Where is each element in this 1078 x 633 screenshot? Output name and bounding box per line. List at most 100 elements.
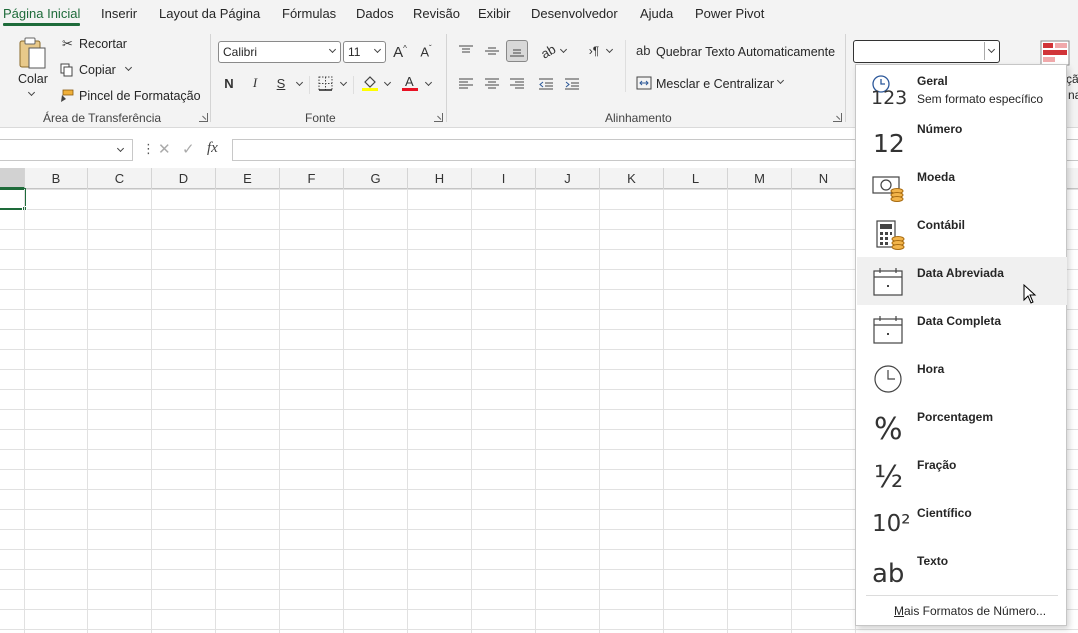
chevron-down-icon[interactable] [295,78,304,87]
column-header-selected[interactable] [0,168,25,189]
font-name-value: Calibri [223,45,258,59]
tab-revisao[interactable]: Revisão [413,6,460,21]
paragraph-direction-button[interactable]: ›¶ [583,40,605,62]
column-header-f[interactable]: F [280,168,344,189]
menu-item-geral[interactable]: 123 Geral Sem formato específico [857,65,1067,113]
font-size-select[interactable]: 11 [343,41,386,63]
paste-button[interactable]: Colar [12,34,52,104]
wrap-text-button[interactable]: ab Quebrar Texto Automaticamente [636,43,836,61]
cancel-icon[interactable]: ✕ [158,140,171,158]
increase-indent-button[interactable] [561,73,583,95]
align-bottom-button[interactable] [506,40,528,62]
fill-color-button[interactable] [359,72,381,94]
partial-label: na [1068,88,1078,102]
bold-button[interactable]: N [218,72,240,94]
font-color-button[interactable]: A [399,72,421,94]
copy-button[interactable]: Copiar [60,62,140,80]
name-box[interactable] [0,139,133,161]
menu-item-contabil[interactable]: Contábil [857,209,1067,257]
copy-icon [60,63,73,77]
tab-dados[interactable]: Dados [356,6,394,21]
more-number-formats-link[interactable]: Mais Formatos de Número... [894,604,1046,618]
increase-font-size-button[interactable]: A^ [389,41,411,63]
column-header-j[interactable]: J [536,168,600,189]
chevron-down-icon[interactable] [605,45,614,54]
menu-separator [866,595,1058,596]
align-center-button[interactable] [481,73,503,95]
clipboard-dialog-launcher-icon[interactable] [199,113,208,122]
align-center-icon [485,78,499,89]
underline-button[interactable]: S [270,72,292,94]
chevron-down-icon[interactable] [559,45,568,54]
increase-font-size-icon: A^ [393,43,407,61]
menu-item-label: Porcentagem [917,410,994,424]
tab-inserir[interactable]: Inserir [101,6,137,21]
column-header-h[interactable]: H [408,168,472,189]
column-header-b[interactable]: B [25,168,88,189]
tab-exibir[interactable]: Exibir [478,6,511,21]
group-separator [845,34,846,122]
fill-bucket-icon [362,76,378,91]
insert-function-icon[interactable]: fx [207,140,218,157]
column-header-m[interactable]: M [728,168,792,189]
alignment-dialog-launcher-icon[interactable] [833,113,842,122]
more-options-icon[interactable]: ⋮ [142,141,155,157]
increase-indent-icon [565,78,579,90]
borders-button[interactable] [314,72,336,94]
menu-item-label: Data Completa [917,314,1002,328]
tab-power-pivot[interactable]: Power Pivot [695,6,764,21]
wrap-text-label: Quebrar Texto Automaticamente [656,45,836,59]
align-top-button[interactable] [455,40,477,62]
format-painter-button[interactable]: Pincel de Formatação [58,88,201,106]
menu-item-fracao[interactable]: ½ Fração [857,449,1067,497]
column-header-e[interactable]: E [216,168,280,189]
tab-desenvolvedor[interactable]: Desenvolvedor [531,6,618,21]
decrease-font-size-button[interactable]: Aˇ [415,41,437,63]
tab-layout-da-pagina[interactable]: Layout da Página [159,6,260,21]
gridline [535,189,536,633]
chevron-down-icon[interactable] [339,78,348,87]
column-header-i[interactable]: I [472,168,536,189]
menu-item-numero[interactable]: 12 Número [857,113,1067,161]
group-separator [210,34,211,122]
accounting-calculator-icon [871,217,905,251]
menu-item-data-completa[interactable]: Data Completa [857,305,1067,353]
tab-pagina-inicial[interactable]: Página Inicial [3,6,81,26]
number-format-select[interactable] [853,40,1000,63]
format-painter-label: Pincel de Formatação [79,89,201,103]
tab-ajuda[interactable]: Ajuda [640,6,673,21]
merge-center-label: Mesclar e Centralizar [656,77,775,91]
menu-item-cientifico[interactable]: 10² Científico [857,497,1067,545]
tab-formulas[interactable]: Fórmulas [282,6,336,21]
dropdown-toggle[interactable] [984,42,998,60]
merge-center-button[interactable]: Mesclar e Centralizar [636,75,796,93]
orientation-button[interactable]: ab [537,40,559,62]
column-header-c[interactable]: C [88,168,152,189]
menu-item-hora[interactable]: Hora [857,353,1067,401]
percent-icon: % [874,412,903,447]
column-header-l[interactable]: L [664,168,728,189]
currency-bill-icon [871,169,905,203]
chevron-down-icon[interactable] [383,78,392,87]
column-header-n[interactable]: N [792,168,856,189]
italic-button[interactable]: I [244,72,266,94]
menu-item-porcentagem[interactable]: % Porcentagem [857,401,1067,449]
chevron-down-icon [27,88,36,97]
gridline [727,189,728,633]
column-header-d[interactable]: D [152,168,216,189]
align-middle-button[interactable] [481,40,503,62]
column-header-k[interactable]: K [600,168,664,189]
menu-item-texto[interactable]: ab Texto [857,545,1067,593]
column-header-g[interactable]: G [344,168,408,189]
cut-button[interactable]: ✂ Recortar [60,36,140,54]
enter-icon[interactable]: ✓ [182,140,195,158]
font-name-select[interactable]: Calibri [218,41,341,63]
decrease-indent-button[interactable] [535,73,557,95]
gridline [215,189,216,633]
align-right-button[interactable] [506,73,528,95]
menu-item-moeda[interactable]: Moeda [857,161,1067,209]
paintbrush-icon [61,89,74,102]
chevron-down-icon[interactable] [424,78,433,87]
font-dialog-launcher-icon[interactable] [434,113,443,122]
align-left-button[interactable] [455,73,477,95]
